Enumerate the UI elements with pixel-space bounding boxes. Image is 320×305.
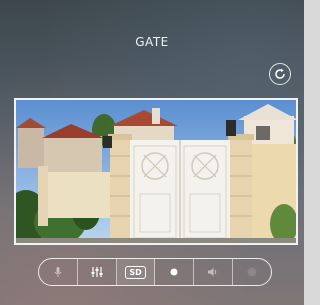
record-button[interactable]: [155, 259, 195, 285]
refresh-button[interactable]: [269, 63, 291, 85]
dot-icon: [170, 268, 178, 276]
sd-quality-button[interactable]: SD: [116, 259, 156, 285]
end-call-button[interactable]: [233, 259, 271, 285]
refresh-icon: [275, 68, 285, 79]
gate-camera-image: [16, 100, 296, 243]
microphone-icon: [54, 267, 62, 277]
control-bar: SD: [38, 258, 272, 286]
speaker-icon: [208, 268, 217, 276]
microphone-button[interactable]: [39, 259, 78, 285]
equalizer-icon: [91, 267, 103, 277]
page-title: GATE: [135, 35, 169, 49]
camera-view[interactable]: [14, 98, 298, 245]
sd-badge-label: SD: [125, 265, 146, 279]
settings-button[interactable]: [78, 259, 117, 285]
volume-button[interactable]: [194, 259, 234, 285]
disabled-dot-icon: [247, 267, 257, 277]
intercom-screen: GATE SD: [0, 0, 304, 305]
